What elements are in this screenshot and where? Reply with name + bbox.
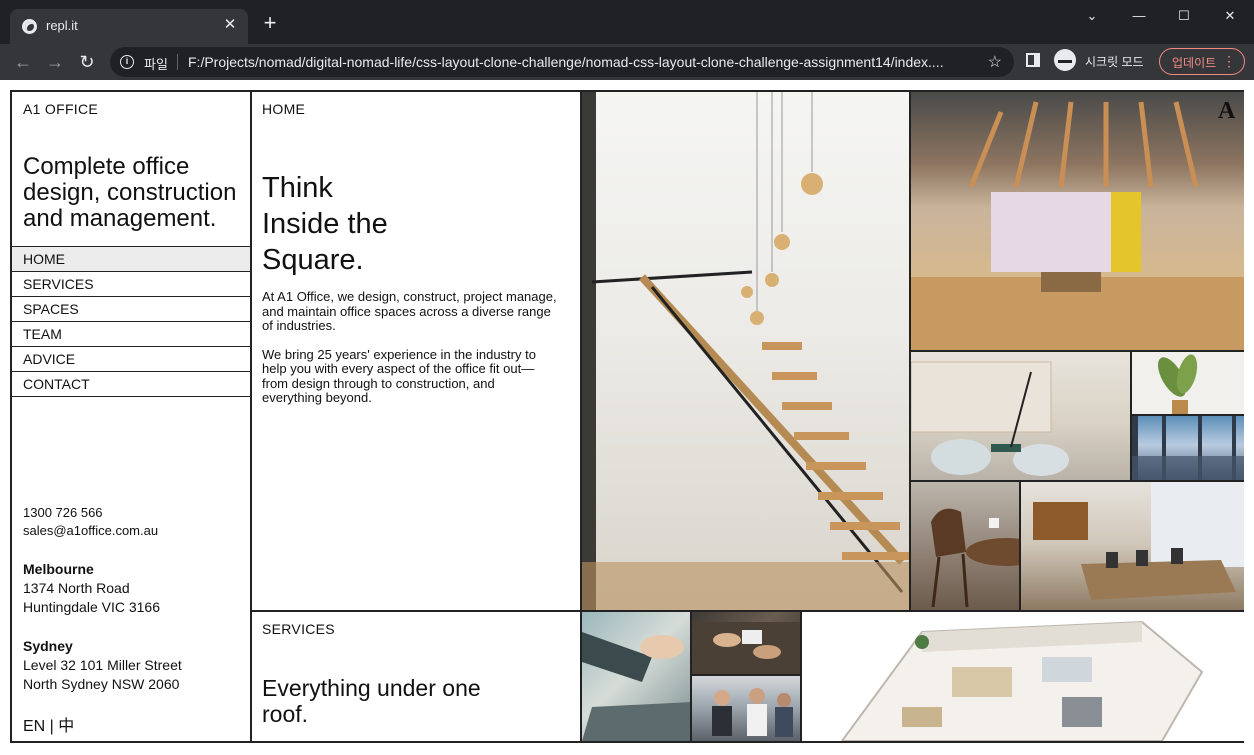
nav-item-home[interactable]: HOME (12, 247, 250, 272)
browser-tab[interactable]: repl.it ✕ (10, 9, 248, 44)
hero-headline: Think Inside the Square. (262, 170, 462, 278)
chair-photo (911, 482, 1021, 612)
update-label: 업데이트 (1172, 56, 1217, 70)
city-view-photo (1132, 416, 1244, 482)
intro-paragraph: We bring 25 years' experience in the ind… (262, 346, 536, 405)
browser-tab-strip: repl.it ✕ + ⌄ — ☐ ✕ (0, 0, 1254, 44)
a1-logo[interactable]: A (1218, 98, 1235, 125)
brand-name[interactable]: A1 OFFICE (23, 101, 98, 117)
site-frame: A1 OFFICE Complete office design, constr… (10, 90, 1244, 743)
nav-item-contact[interactable]: CONTACT (12, 372, 250, 397)
tagline: Complete office design, construction and… (23, 153, 237, 232)
meeting-room-illustration (1033, 482, 1244, 600)
staircase-illustration (582, 92, 909, 610)
new-tab-button[interactable]: + (258, 12, 282, 36)
language-switcher[interactable]: EN | 中 (23, 712, 74, 736)
email-link[interactable]: sales@a1office.com.au (23, 522, 158, 540)
team-illustration (712, 688, 793, 737)
divider (177, 54, 178, 70)
headline-line: Inside the (262, 208, 388, 240)
section-label: HOME (262, 101, 306, 117)
office-address-line: 1374 North Road (23, 580, 130, 596)
reload-button[interactable]: ↻ (75, 50, 99, 74)
services-section: SERVICES Everything under one roof. (252, 612, 582, 741)
meeting-room-photo (1021, 482, 1244, 612)
update-button[interactable]: 업데이트 ⋮ (1159, 48, 1245, 75)
intro-text: At A1 Office, we design, construct, proj… (262, 289, 557, 420)
lounge-illustration (911, 361, 1069, 476)
office-address-line: Huntingdale VIC 3166 (23, 599, 160, 615)
team-photo (692, 676, 802, 741)
chair-illustration (931, 508, 1019, 608)
phone-link[interactable]: 1300 726 566 (23, 504, 158, 522)
left-sidebar: A1 OFFICE Complete office design, constr… (12, 92, 252, 741)
forward-button[interactable]: → (43, 50, 67, 74)
nav-item-services[interactable]: SERVICES (12, 272, 250, 297)
back-button[interactable]: ← (11, 50, 35, 74)
section-label: SERVICES (262, 621, 335, 637)
staircase-photo (582, 92, 911, 612)
office-city: Sydney (23, 638, 73, 654)
address-bar[interactable]: i 파일 F:/Projects/nomad/digital-nomad-lif… (110, 47, 1014, 77)
intro-paragraph: At A1 Office, we design, construct, proj… (262, 289, 557, 333)
home-section: HOME Think Inside the Square. At A1 Offi… (252, 92, 582, 612)
side-panel-icon[interactable] (1026, 53, 1040, 67)
maximize-button[interactable]: ☐ (1172, 6, 1196, 26)
nav-item-advice[interactable]: ADVICE (12, 347, 250, 372)
tab-close-icon[interactable]: ✕ (220, 15, 240, 35)
office-address-line: Level 32 101 Miller Street (23, 657, 182, 673)
city-illustration (1132, 416, 1244, 480)
url-text[interactable]: F:/Projects/nomad/digital-nomad-life/css… (188, 54, 978, 70)
desk-meeting-illustration (692, 622, 800, 674)
info-icon[interactable]: i (120, 55, 134, 69)
tab-search-icon[interactable]: ⌄ (1080, 6, 1104, 26)
nav-item-team[interactable]: TEAM (12, 322, 250, 347)
services-headline: Everything under one roof. (262, 675, 481, 727)
globe-icon (22, 19, 37, 34)
desk-meeting-photo (692, 612, 802, 676)
headline-line: Think (262, 172, 333, 204)
plant-illustration (1158, 354, 1198, 414)
scheme-label: 파일 (144, 57, 168, 72)
headline-line: Square. (262, 244, 364, 276)
lounge-photo (911, 352, 1132, 482)
incognito-label: 시크릿 모드 (1085, 55, 1144, 69)
office-interior-photo (911, 92, 1244, 352)
contact-info: 1300 726 566 sales@a1office.com.au (23, 504, 158, 540)
office-address-line: North Sydney NSW 2060 (23, 676, 180, 692)
office-interior-illustration (911, 101, 1244, 350)
tab-title: repl.it (46, 18, 78, 33)
nav-item-spaces[interactable]: SPACES (12, 297, 250, 322)
office-sydney: Sydney Level 32 101 Miller Street North … (23, 637, 182, 694)
incognito-icon (1054, 49, 1076, 71)
laptop-illustration (582, 632, 690, 741)
floor-plan-render (802, 612, 1244, 741)
floor-plan-illustration (840, 620, 1204, 741)
minimize-button[interactable]: — (1127, 6, 1151, 26)
main-nav: HOME SERVICES SPACES TEAM ADVICE CONTACT (12, 246, 250, 397)
plant-photo (1132, 352, 1244, 416)
office-melbourne: Melbourne 1374 North Road Huntingdale VI… (23, 560, 160, 617)
office-city: Melbourne (23, 561, 94, 577)
bookmark-star-icon[interactable]: ☆ (988, 52, 1002, 72)
menu-icon[interactable]: ⋮ (1222, 52, 1236, 70)
laptop-work-photo (582, 612, 692, 741)
close-window-button[interactable]: ✕ (1218, 6, 1242, 26)
